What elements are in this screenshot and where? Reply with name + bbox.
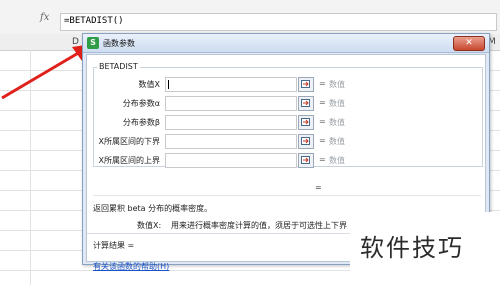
arg-value-hint: 数值 xyxy=(329,137,345,146)
range-select-icon xyxy=(301,137,310,145)
arg-row-beta: 分布参数β = 数值 xyxy=(87,115,485,130)
equals-sign: = xyxy=(319,155,326,164)
equals-sign: = xyxy=(319,98,326,107)
equals-sign: = xyxy=(319,136,326,145)
param-name: 数值X: xyxy=(137,221,162,230)
arg-input-upper-bound[interactable] xyxy=(165,153,297,168)
dialog-title: 函数参数 xyxy=(103,39,135,48)
arg-label: 数值X xyxy=(138,80,160,89)
dialog-titlebar[interactable]: S 函数参数 ✕ xyxy=(83,34,489,53)
watermark-text: 软件技巧 xyxy=(360,234,464,262)
equals-sign: = xyxy=(319,117,326,126)
equals-sign: = xyxy=(319,79,326,88)
calc-result: 计算结果 = xyxy=(93,241,135,250)
function-name: BETADIST xyxy=(97,62,140,71)
arg-value-hint: 数值 xyxy=(329,118,345,127)
formula-result-equals: = xyxy=(315,183,322,192)
app-logo-icon: S xyxy=(87,37,99,49)
range-select-button[interactable] xyxy=(298,96,314,111)
arg-value-hint: 数值 xyxy=(329,99,345,108)
arg-label: 分布参数β xyxy=(122,118,160,127)
arg-input-beta[interactable] xyxy=(165,115,297,130)
arg-input-x[interactable] xyxy=(165,77,297,92)
arg-value-hint: 数值 xyxy=(329,80,345,89)
range-select-icon xyxy=(301,156,310,164)
arg-row-upper-bound: X所属区间的上界 = 数值 xyxy=(87,153,485,168)
arg-value-hint: 数值 xyxy=(329,156,345,165)
help-link[interactable]: 有关该函数的帮助(H) xyxy=(93,261,169,272)
arg-label: X所属区间的上界 xyxy=(98,156,160,165)
arg-row-alpha: 分布参数α = 数值 xyxy=(87,96,485,111)
function-description: 返回累积 beta 分布的概率密度。 xyxy=(93,204,213,213)
close-button[interactable]: ✕ xyxy=(453,36,485,51)
arg-label: X所属区间的下界 xyxy=(98,137,160,146)
arg-row-lower-bound: X所属区间的下界 = 数值 xyxy=(87,134,485,149)
range-select-icon xyxy=(301,99,310,107)
range-select-button[interactable] xyxy=(298,134,314,149)
arg-row-x: 数值X = 数值 xyxy=(87,77,485,92)
arg-label: 分布参数α xyxy=(122,99,160,108)
range-select-button[interactable] xyxy=(298,115,314,130)
range-select-icon xyxy=(301,80,310,88)
range-select-button[interactable] xyxy=(298,77,314,92)
range-select-button[interactable] xyxy=(298,153,314,168)
text-caret xyxy=(168,80,169,89)
divider xyxy=(93,195,481,196)
range-select-icon xyxy=(301,118,310,126)
arg-input-alpha[interactable] xyxy=(165,96,297,111)
arg-input-lower-bound[interactable] xyxy=(165,134,297,149)
